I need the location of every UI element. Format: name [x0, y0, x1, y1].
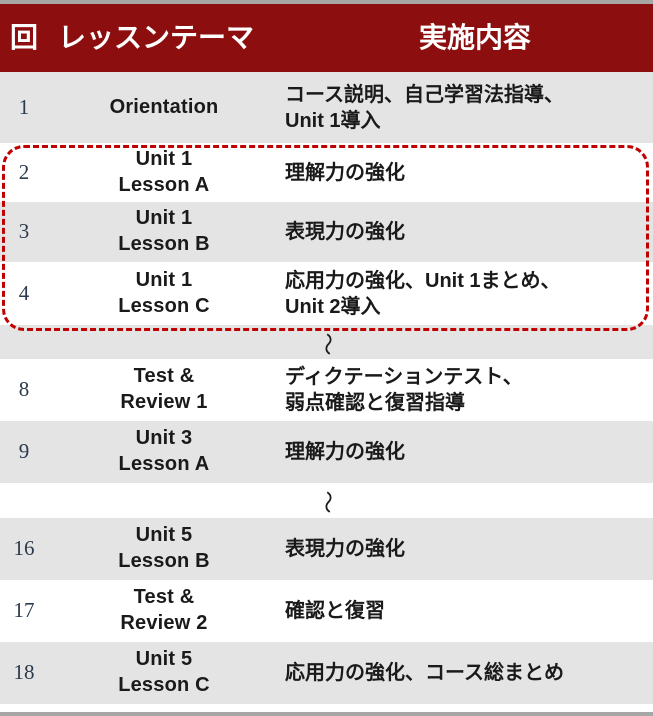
cell-lesson-theme: Unit 1 Lesson B — [118, 207, 210, 255]
table-row: 1 Orientation コース説明、自己学習法指導、 Unit 1導入 — [0, 72, 653, 143]
cell-lesson-number: 1 — [18, 94, 30, 119]
cell-lesson-number: 16 — [13, 536, 35, 561]
cell-lesson-number: 4 — [18, 280, 30, 305]
table-row: 9 Unit 3 Lesson A 理解力の強化 — [0, 421, 653, 483]
cell-lesson-content: 応用力の強化、Unit 1まとめ、 Unit 2導入 — [285, 269, 561, 318]
table-bottom-rule — [0, 712, 653, 716]
table-row: 2 Unit 1 Lesson A 理解力の強化 — [0, 143, 653, 202]
cell-lesson-number: 3 — [18, 219, 30, 244]
header-cell-lesson-theme: レッスンテーマ — [58, 22, 255, 53]
row-separator-continuation: 〜 — [0, 325, 653, 359]
cell-lesson-content: 確認と復習 — [285, 600, 385, 622]
cell-lesson-theme: Unit 5 Lesson B — [118, 524, 210, 572]
cell-lesson-content: 理解力の強化 — [285, 441, 405, 463]
cell-lesson-content: コース説明、自己学習法指導、 Unit 1導入 — [285, 83, 564, 132]
table-body: 1 Orientation コース説明、自己学習法指導、 Unit 1導入 2 Unit … — [0, 72, 653, 704]
table-row: 17 Test & Review 2 確認と復習 — [0, 580, 653, 642]
header-cell-content: 実施内容 — [418, 22, 531, 53]
cell-lesson-theme: Unit 1 Lesson A — [118, 147, 210, 196]
cell-lesson-theme: Test & Review 2 — [120, 586, 208, 634]
cell-lesson-content: 応用力の強化、コース総まとめ — [285, 662, 564, 684]
cell-lesson-theme: Unit 5 Lesson C — [118, 648, 210, 696]
cell-lesson-theme: Unit 3 Lesson A — [118, 427, 210, 475]
cell-lesson-number: 9 — [18, 439, 30, 464]
table-row: 4 Unit 1 Lesson C 応用力の強化、Unit 1まとめ、 Unit 2導入 — [0, 262, 653, 325]
lesson-schedule-table: 回 レッスンテーマ 実施内容 1 Orientation コース説明、自己学習法指導… — [0, 0, 653, 716]
cell-lesson-theme: Test & Review 1 — [120, 365, 208, 413]
table-row: 16 Unit 5 Lesson B 表現力の強化 — [0, 518, 653, 580]
cell-lesson-content: 表現力の強化 — [285, 538, 405, 560]
table-row: 3 Unit 1 Lesson B 表現力の強化 — [0, 202, 653, 262]
row-separator-continuation: 〜 — [0, 483, 653, 518]
cell-lesson-number: 8 — [18, 377, 30, 402]
table-header-row: 回 レッスンテーマ 実施内容 — [0, 4, 653, 72]
cell-lesson-content: ディクテーションテスト、 弱点確認と復習指導 — [285, 366, 523, 414]
table-row: 18 Unit 5 Lesson C 応用力の強化、コース総まとめ — [0, 642, 653, 704]
cell-lesson-theme: Unit 1 Lesson C — [118, 268, 210, 317]
cell-lesson-content: 理解力の強化 — [285, 161, 405, 184]
header-cell-number: 回 — [10, 22, 39, 53]
cell-lesson-number: 18 — [13, 660, 35, 685]
cell-lesson-content: 表現力の強化 — [285, 221, 405, 243]
continuation-mark: 〜 — [314, 490, 340, 514]
cell-lesson-number: 17 — [13, 598, 35, 623]
table-row: 8 Test & Review 1 ディクテーションテスト、 弱点確認と復習指導 — [0, 359, 653, 421]
cell-lesson-theme: Orientation — [109, 95, 219, 118]
cell-lesson-number: 2 — [18, 159, 30, 184]
continuation-mark: 〜 — [314, 332, 340, 356]
